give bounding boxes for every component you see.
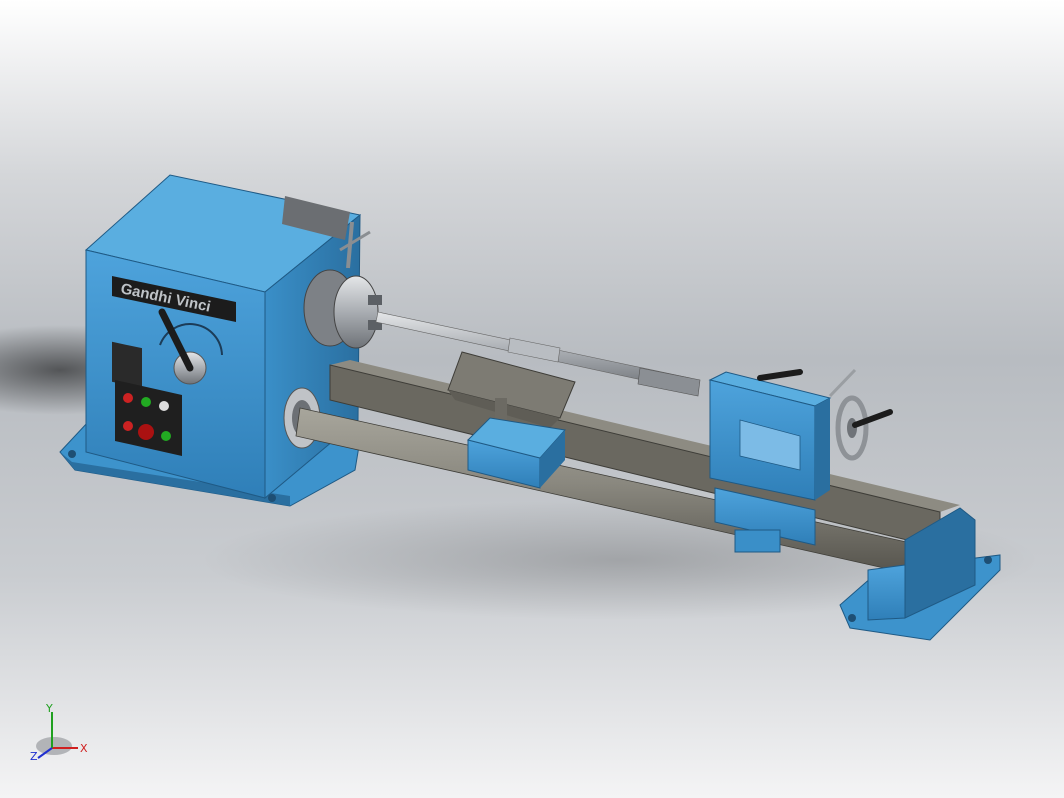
chuck: [303, 269, 382, 349]
triad-z-label: Z: [30, 750, 38, 763]
handwheel: [835, 395, 893, 461]
panel-button-red-2: [123, 421, 133, 431]
panel-button-white: [159, 401, 169, 411]
triad-x-label: X: [80, 742, 88, 755]
cad-viewport[interactable]: Gandhi Vinci X Y Z: [0, 0, 1064, 798]
coordinate-triad: X Y Z: [30, 702, 88, 763]
panel-button-green: [141, 397, 151, 407]
lathe-model: Gandhi Vinci X Y Z: [0, 174, 1040, 763]
triad-y-label: Y: [45, 702, 53, 715]
panel-button-red: [123, 393, 133, 403]
panel-button-green-2: [161, 431, 171, 441]
panel-button-stop: [138, 424, 154, 440]
